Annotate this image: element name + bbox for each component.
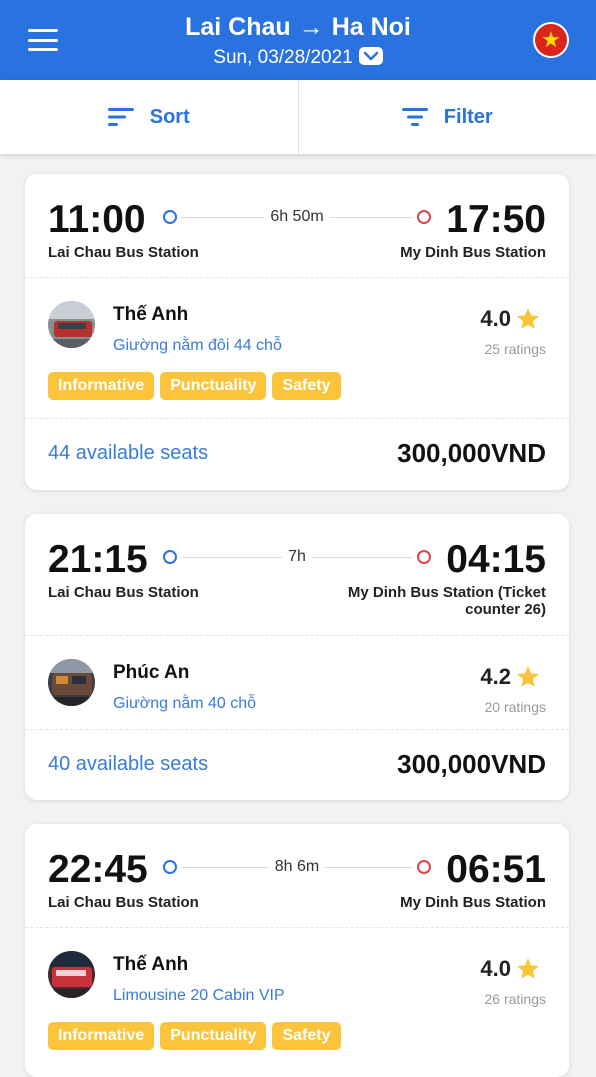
flag-star-icon: ★ <box>541 27 561 52</box>
tag-punctuality: Punctuality <box>160 1022 267 1050</box>
tag-safety: Safety <box>272 1022 341 1050</box>
bus-type: Limousine 20 Cabin VIP <box>113 987 285 1004</box>
available-seats: 40 available seats <box>48 753 209 775</box>
bus-type: Giường nằm đôi 44 chỗ <box>113 337 282 354</box>
operator-info: Thế Anh Limousine 20 Cabin VIP 4.0 26 ra… <box>25 928 569 1076</box>
operator-info: Phúc An Giường nằm 40 chỗ 4.2 20 ratings <box>25 636 569 730</box>
review-tags: Informative Punctuality Safety <box>48 372 341 400</box>
arrival-station: My Dinh Bus Station <box>400 894 546 911</box>
operator-name: Phúc An <box>113 662 190 683</box>
departure-time: 22:45 <box>48 848 148 891</box>
rating-score: 4.0 <box>480 306 541 332</box>
destination-city: Ha Noi <box>331 13 411 41</box>
departure-time: 11:00 <box>48 198 146 241</box>
filter-label: Filter <box>443 105 493 128</box>
rating-value: 4.0 <box>480 306 511 331</box>
operator-name: Thế Anh <box>113 304 189 325</box>
destination-dot-icon <box>417 210 431 224</box>
sort-button[interactable]: Sort <box>0 80 298 154</box>
route-title: Lai Chau → Ha Noi <box>0 12 596 42</box>
arrival-time: 06:51 <box>446 848 546 891</box>
rating-value: 4.2 <box>480 664 511 689</box>
trip-schedule: 21:15 7h 04:15 Lai Chau Bus Station My D… <box>25 514 569 636</box>
trip-duration: 6h 50m <box>181 207 413 227</box>
trip-schedule: 11:00 6h 50m 17:50 Lai Chau Bus Station … <box>25 174 569 278</box>
arrival-station: My Dinh Bus Station <box>400 244 546 261</box>
ticket-price: 300,000VND <box>397 438 546 468</box>
ratings-count: 25 ratings <box>484 341 546 357</box>
star-icon <box>517 308 539 329</box>
operator-avatar <box>48 301 95 348</box>
filter-button[interactable]: Filter <box>297 80 596 154</box>
trip-duration: 8h 6m <box>181 857 413 877</box>
departure-station: Lai Chau Bus Station <box>48 584 199 601</box>
route-arrow-icon: → <box>298 13 324 41</box>
origin-city: Lai Chau <box>185 13 291 41</box>
travel-date: Sun, 03/28/2021 <box>213 47 353 68</box>
arrival-station: My Dinh Bus Station (Ticket counter 26) <box>347 584 546 618</box>
departure-station: Lai Chau Bus Station <box>48 894 199 911</box>
chevron-down-icon[interactable] <box>358 46 383 65</box>
tag-informative: Informative <box>48 372 155 400</box>
departure-station: Lai Chau Bus Station <box>48 244 199 261</box>
sort-label: Sort <box>149 105 190 128</box>
operator-avatar <box>48 659 95 706</box>
trip-card[interactable]: 21:15 7h 04:15 Lai Chau Bus Station My D… <box>25 514 569 800</box>
tag-informative: Informative <box>48 1022 155 1050</box>
review-tags: Informative Punctuality Safety <box>48 1022 341 1050</box>
destination-dot-icon <box>417 550 431 564</box>
star-icon <box>517 958 539 979</box>
operator-avatar <box>48 951 95 998</box>
ticket-price: 300,000VND <box>397 749 546 779</box>
ratings-count: 20 ratings <box>484 699 546 715</box>
tag-punctuality: Punctuality <box>160 372 267 400</box>
sort-icon <box>107 108 134 126</box>
date-selector[interactable]: Sun, 03/28/2021 <box>0 46 596 70</box>
ratings-count: 26 ratings <box>484 991 546 1007</box>
operator-info: Thế Anh Giường nằm đôi 44 chỗ 4.0 25 rat… <box>25 278 569 419</box>
vietnam-flag-icon[interactable]: ★ <box>533 22 569 58</box>
origin-dot-icon <box>163 550 177 564</box>
sort-filter-toolbar: Sort Filter <box>0 80 596 154</box>
destination-dot-icon <box>417 860 431 874</box>
bus-type: Giường nằm 40 chỗ <box>113 695 257 712</box>
operator-name: Thế Anh <box>113 954 189 975</box>
origin-dot-icon <box>163 860 177 874</box>
star-icon <box>517 666 539 687</box>
rating-score: 4.0 <box>480 956 541 982</box>
booking-row: 44 available seats 300,000VND <box>25 419 569 489</box>
departure-time: 21:15 <box>48 538 148 581</box>
trip-duration: 7h <box>181 547 413 567</box>
available-seats: 44 available seats <box>48 442 209 464</box>
arrival-time: 17:50 <box>446 198 546 241</box>
app-header: Lai Chau → Ha Noi Sun, 03/28/2021 ★ <box>0 0 596 80</box>
filter-icon <box>401 108 428 126</box>
trip-card[interactable]: 22:45 8h 6m 06:51 Lai Chau Bus Station M… <box>25 824 569 1077</box>
tag-safety: Safety <box>272 372 341 400</box>
booking-row: 40 available seats 300,000VND <box>25 730 569 800</box>
rating-score: 4.2 <box>480 664 541 690</box>
rating-value: 4.0 <box>480 956 511 981</box>
trip-card[interactable]: 11:00 6h 50m 17:50 Lai Chau Bus Station … <box>25 174 569 490</box>
trip-schedule: 22:45 8h 6m 06:51 Lai Chau Bus Station M… <box>25 824 569 928</box>
origin-dot-icon <box>163 210 177 224</box>
arrival-time: 04:15 <box>446 538 546 581</box>
